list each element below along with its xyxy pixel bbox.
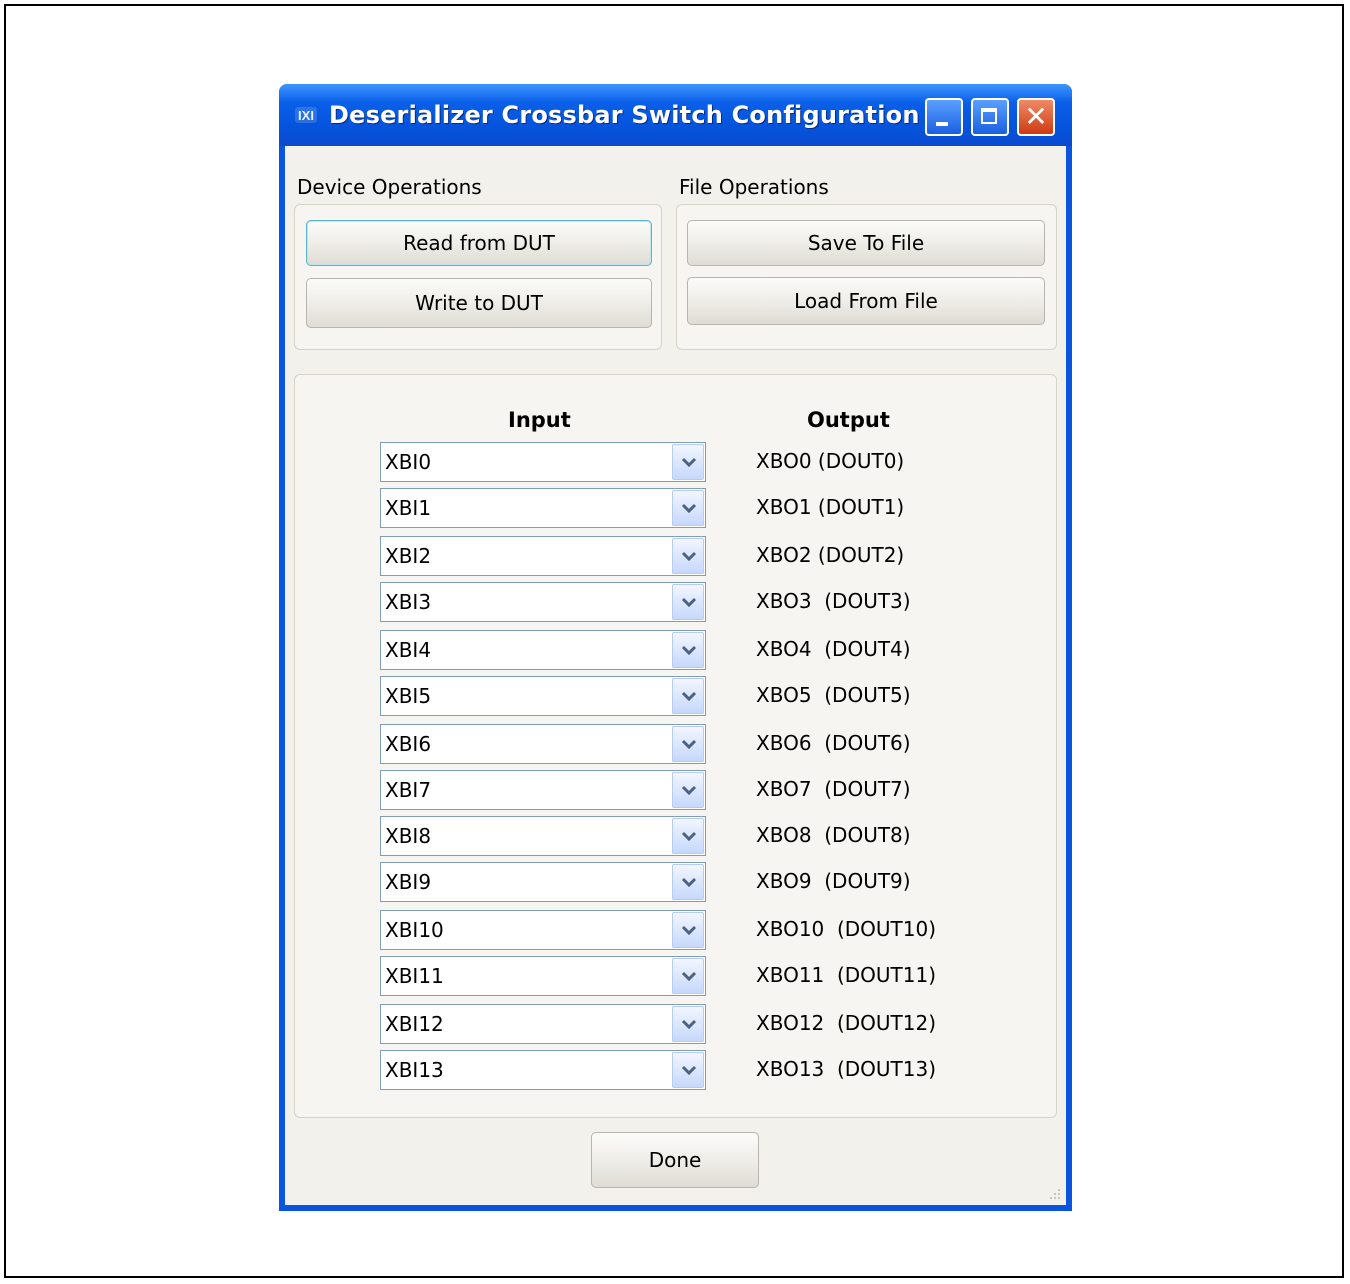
read-from-dut-button[interactable]: Read from DUT bbox=[306, 220, 652, 266]
input-select-value: XBI0 bbox=[385, 450, 432, 474]
dropdown-button[interactable] bbox=[672, 678, 704, 714]
output-label-1: XBO1 (DOUT1) bbox=[756, 495, 905, 519]
chevron-down-icon bbox=[681, 1065, 697, 1076]
chevron-down-icon bbox=[681, 739, 697, 750]
output-column-header: Output bbox=[807, 408, 890, 432]
dialog-body: Device Operations Read from DUT Write to… bbox=[285, 146, 1066, 1205]
dropdown-button[interactable] bbox=[672, 818, 704, 854]
chevron-down-icon bbox=[681, 691, 697, 702]
resize-grip-icon[interactable] bbox=[1046, 1185, 1062, 1201]
write-to-dut-button[interactable]: Write to DUT bbox=[306, 278, 652, 328]
chevron-down-icon bbox=[681, 877, 697, 888]
input-select-7[interactable]: XBI7 bbox=[380, 770, 706, 810]
input-select-value: XBI8 bbox=[385, 824, 432, 848]
load-from-file-button[interactable]: Load From File bbox=[687, 277, 1045, 325]
input-select-value: XBI13 bbox=[385, 1058, 444, 1082]
svg-text:IXI: IXI bbox=[298, 108, 314, 123]
input-select-0[interactable]: XBI0 bbox=[380, 442, 706, 482]
input-select-value: XBI6 bbox=[385, 732, 432, 756]
dropdown-button[interactable] bbox=[672, 726, 704, 762]
maximize-button[interactable] bbox=[971, 98, 1009, 136]
minimize-button[interactable] bbox=[925, 98, 963, 136]
dropdown-button[interactable] bbox=[672, 632, 704, 668]
output-label-11: XBO11 (DOUT11) bbox=[756, 963, 937, 987]
chevron-down-icon bbox=[681, 971, 697, 982]
window-client-area: Device Operations Read from DUT Write to… bbox=[285, 146, 1066, 1205]
chevron-down-icon bbox=[681, 1019, 697, 1030]
output-label-0: XBO0 (DOUT0) bbox=[756, 449, 905, 473]
close-icon: ✕ bbox=[1024, 100, 1048, 133]
chevron-down-icon bbox=[681, 831, 697, 842]
output-label-9: XBO9 (DOUT9) bbox=[756, 869, 911, 893]
dropdown-button[interactable] bbox=[672, 584, 704, 620]
input-select-4[interactable]: XBI4 bbox=[380, 630, 706, 670]
chevron-down-icon bbox=[681, 925, 697, 936]
input-select-1[interactable]: XBI1 bbox=[380, 488, 706, 528]
input-select-value: XBI1 bbox=[385, 496, 432, 520]
maxim-logo-icon: IXI bbox=[295, 106, 317, 126]
input-select-value: XBI5 bbox=[385, 684, 432, 708]
dropdown-button[interactable] bbox=[672, 444, 704, 480]
input-select-value: XBI10 bbox=[385, 918, 444, 942]
output-label-8: XBO8 (DOUT8) bbox=[756, 823, 911, 847]
input-column-header: Input bbox=[508, 408, 571, 432]
input-select-13[interactable]: XBI13 bbox=[380, 1050, 706, 1090]
input-select-10[interactable]: XBI10 bbox=[380, 910, 706, 950]
device-operations-label: Device Operations bbox=[297, 175, 482, 199]
dropdown-button[interactable] bbox=[672, 1006, 704, 1042]
output-label-12: XBO12 (DOUT12) bbox=[756, 1011, 937, 1035]
input-select-value: XBI9 bbox=[385, 870, 432, 894]
input-select-12[interactable]: XBI12 bbox=[380, 1004, 706, 1044]
chevron-down-icon bbox=[681, 597, 697, 608]
file-operations-label: File Operations bbox=[679, 175, 829, 199]
output-label-13: XBO13 (DOUT13) bbox=[756, 1057, 937, 1081]
dropdown-button[interactable] bbox=[672, 538, 704, 574]
output-label-7: XBO7 (DOUT7) bbox=[756, 777, 911, 801]
dropdown-button[interactable] bbox=[672, 958, 704, 994]
chevron-down-icon bbox=[681, 457, 697, 468]
input-select-8[interactable]: XBI8 bbox=[380, 816, 706, 856]
output-label-5: XBO5 (DOUT5) bbox=[756, 683, 911, 707]
input-select-5[interactable]: XBI5 bbox=[380, 676, 706, 716]
maximize-icon bbox=[981, 108, 997, 124]
input-select-value: XBI11 bbox=[385, 964, 444, 988]
input-select-value: XBI7 bbox=[385, 778, 432, 802]
chevron-down-icon bbox=[681, 645, 697, 656]
title-bar[interactable]: IXI Deserializer Crossbar Switch Configu… bbox=[279, 84, 1072, 146]
output-label-2: XBO2 (DOUT2) bbox=[756, 543, 905, 567]
input-select-2[interactable]: XBI2 bbox=[380, 536, 706, 576]
input-select-11[interactable]: XBI11 bbox=[380, 956, 706, 996]
dropdown-button[interactable] bbox=[672, 490, 704, 526]
done-button[interactable]: Done bbox=[591, 1132, 759, 1188]
chevron-down-icon bbox=[681, 551, 697, 562]
device-operations-group: Read from DUT Write to DUT bbox=[294, 204, 662, 350]
window-title: Deserializer Crossbar Switch Configurati… bbox=[329, 101, 920, 129]
input-select-3[interactable]: XBI3 bbox=[380, 582, 706, 622]
save-to-file-button[interactable]: Save To File bbox=[687, 220, 1045, 266]
chevron-down-icon bbox=[681, 785, 697, 796]
output-label-4: XBO4 (DOUT4) bbox=[756, 637, 911, 661]
chevron-down-icon bbox=[681, 503, 697, 514]
dropdown-button[interactable] bbox=[672, 864, 704, 900]
input-select-6[interactable]: XBI6 bbox=[380, 724, 706, 764]
input-select-value: XBI4 bbox=[385, 638, 432, 662]
input-select-value: XBI3 bbox=[385, 590, 432, 614]
input-select-value: XBI2 bbox=[385, 544, 432, 568]
input-select-9[interactable]: XBI9 bbox=[380, 862, 706, 902]
dropdown-button[interactable] bbox=[672, 772, 704, 808]
input-select-value: XBI12 bbox=[385, 1012, 444, 1036]
minimize-icon bbox=[936, 122, 948, 126]
file-operations-group: Save To File Load From File bbox=[676, 204, 1057, 350]
output-label-6: XBO6 (DOUT6) bbox=[756, 731, 911, 755]
dropdown-button[interactable] bbox=[672, 1052, 704, 1088]
output-label-3: XBO3 (DOUT3) bbox=[756, 589, 911, 613]
crossbar-mapping-group: Input Output XBI0 XBO0 (DOUT0) XBI1 XBO1 (D… bbox=[294, 374, 1057, 1118]
crossbar-config-window: IXI Deserializer Crossbar Switch Configu… bbox=[279, 84, 1072, 1211]
close-button[interactable]: ✕ bbox=[1017, 98, 1055, 136]
dropdown-button[interactable] bbox=[672, 912, 704, 948]
output-label-10: XBO10 (DOUT10) bbox=[756, 917, 937, 941]
